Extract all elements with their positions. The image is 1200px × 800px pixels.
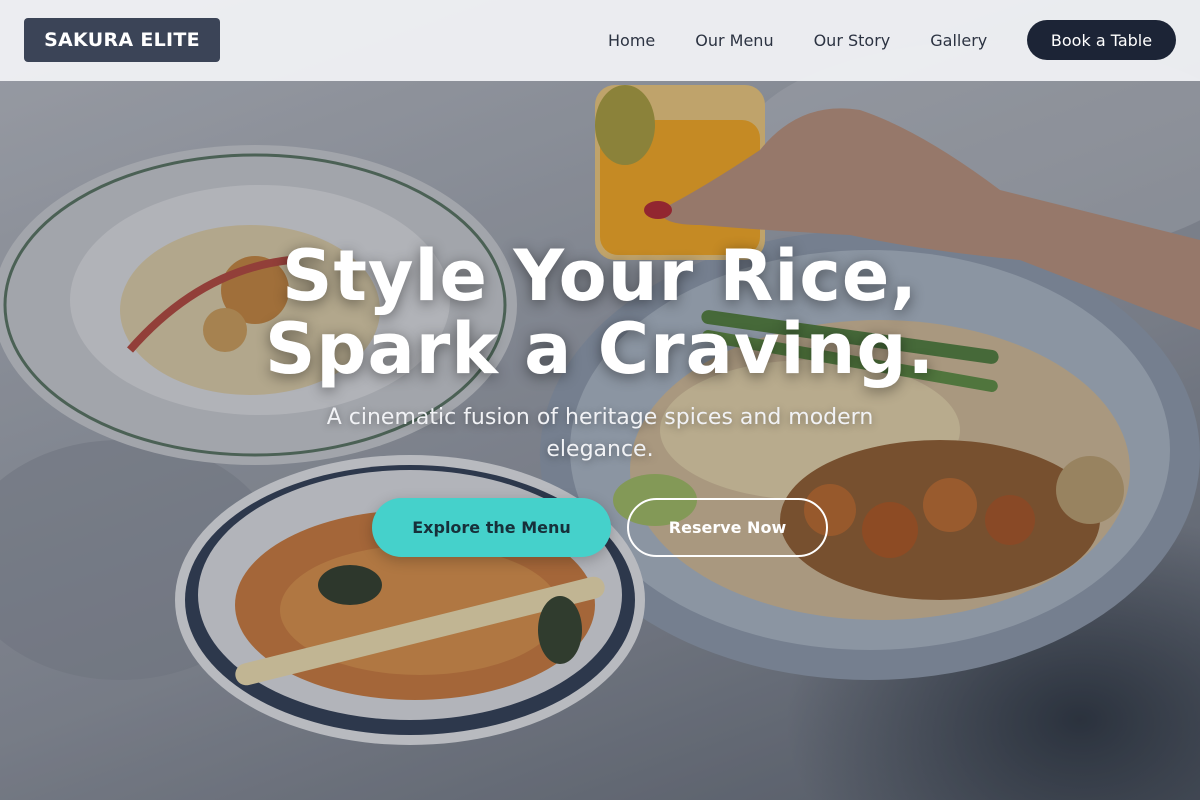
brand-logo[interactable]: SAKURA ELITE: [24, 18, 220, 62]
hero-subtitle: A cinematic fusion of heritage spices an…: [326, 405, 874, 462]
hero-headline-line-1: Style Your Rice,: [282, 235, 918, 317]
hero-headline-line-2: Spark a Craving.: [264, 308, 936, 390]
nav-link-our-menu[interactable]: Our Menu: [695, 31, 773, 50]
hero-overlay: [0, 0, 1200, 800]
top-navbar: SAKURA ELITE Home Our Menu Our Story Gal…: [0, 0, 1200, 81]
nav-link-our-story[interactable]: Our Story: [814, 31, 891, 50]
nav-links: Home Our Menu Our Story Gallery: [588, 0, 1007, 81]
explore-menu-button[interactable]: Explore the Menu: [372, 498, 611, 557]
nav-link-home[interactable]: Home: [608, 31, 655, 50]
book-table-button[interactable]: Book a Table: [1027, 20, 1176, 60]
hero-background: [0, 0, 1200, 800]
reserve-now-button[interactable]: Reserve Now: [627, 498, 828, 557]
hero-headline: Style Your Rice, Spark a Craving.: [0, 240, 1200, 386]
nav-link-gallery[interactable]: Gallery: [930, 31, 987, 50]
